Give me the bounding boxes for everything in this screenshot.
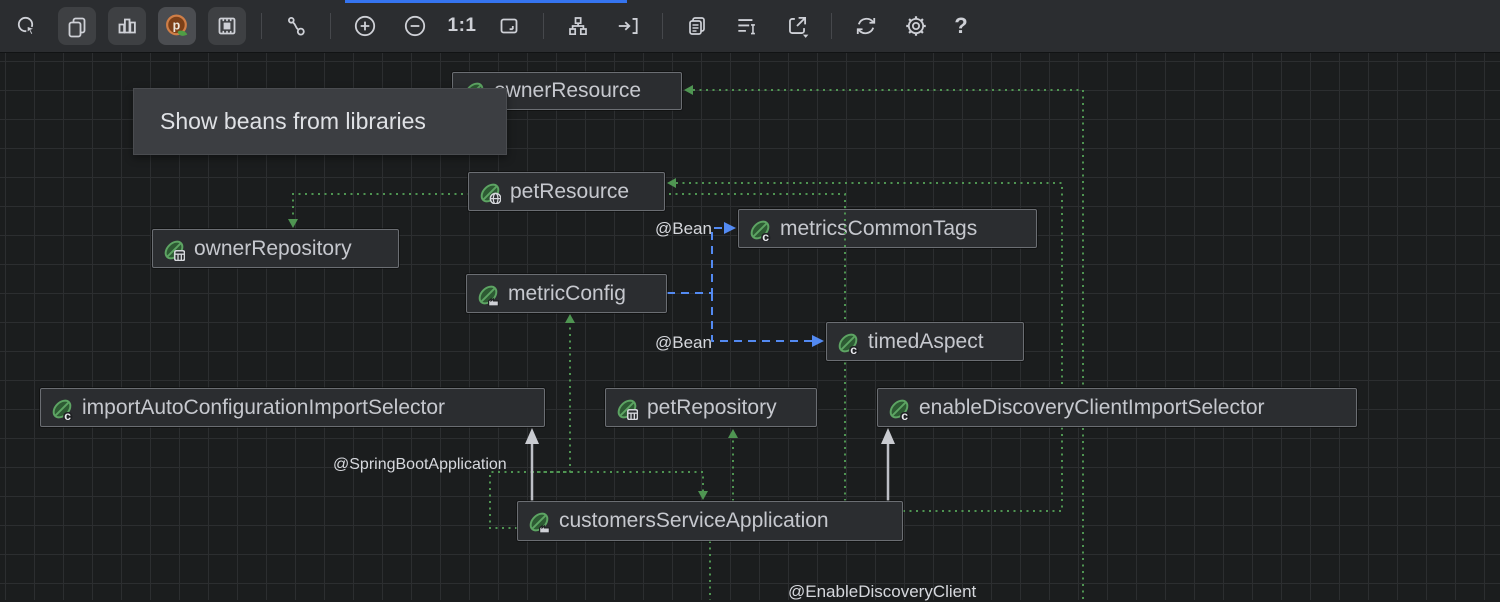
fit-content-button[interactable] (490, 7, 528, 45)
spring-bean-icon: c (837, 332, 859, 354)
show-framework-stereotypes-toggle[interactable] (208, 7, 246, 45)
apply-layout-button[interactable] (609, 7, 647, 45)
bean-node-label: enableDiscoveryClientImportSelector (919, 396, 1265, 420)
spring-bean-icon (163, 239, 185, 261)
text-options-icon (734, 13, 760, 39)
toolbar-separator (831, 13, 832, 39)
zoom-in-icon (352, 13, 378, 39)
annotation-label-bean-1: @Bean (655, 219, 712, 239)
copy-diagram-icon (685, 14, 709, 38)
refresh-icon (853, 13, 879, 39)
bean-node-metricConfig[interactable]: metricConfig (466, 274, 667, 313)
edge-mode-button[interactable] (277, 7, 315, 45)
bean-node-importAutoConfigurationImportSelector[interactable]: c importAutoConfigurationImportSelector (40, 388, 545, 427)
toolbar-separator (662, 13, 663, 39)
settings-button[interactable] (897, 7, 935, 45)
spring-bean-icon (616, 398, 638, 420)
pages-icon (65, 14, 89, 38)
apply-layout-icon (615, 13, 641, 39)
annotation-label-spring-boot-application: @SpringBootApplication (333, 456, 507, 474)
bean-node-label: customersServiceApplication (559, 509, 829, 533)
spring-bean-icon (477, 284, 499, 306)
layout-button[interactable] (559, 7, 597, 45)
zoom-out-icon (402, 13, 428, 39)
tooltip-text: Show beans from libraries (160, 108, 426, 135)
actual-size-button[interactable]: 1:1 (440, 15, 484, 37)
locate-pointer-icon (15, 14, 39, 38)
node-text-options-button[interactable] (728, 7, 766, 45)
show-columns-toggle[interactable] (108, 7, 146, 45)
toolbar-separator (543, 13, 544, 39)
toolbar-separator (261, 13, 262, 39)
fit-content-icon (497, 14, 521, 38)
gear-icon (903, 13, 929, 39)
hierarchy-layout-icon (566, 14, 590, 38)
spring-bean-icon (479, 182, 501, 204)
bean-node-label: petResource (510, 180, 629, 204)
svg-text:c: c (850, 343, 857, 354)
annotation-label-bean-2: @Bean (655, 333, 712, 353)
diagram-toolbar: p 1:1 (0, 0, 1500, 53)
svg-text:c: c (901, 409, 908, 420)
bean-node-ownerRepository[interactable]: ownerRepository (152, 229, 399, 268)
toolbar-separator (330, 13, 331, 39)
svg-text:p: p (173, 18, 181, 32)
bean-node-label: petRepository (647, 396, 777, 420)
bean-node-label: metricConfig (508, 282, 626, 306)
bean-node-timedAspect[interactable]: c timedAspect (826, 322, 1024, 361)
film-frame-icon (215, 14, 239, 38)
bean-node-label: metricsCommonTags (780, 217, 977, 241)
bean-node-label: importAutoConfigurationImportSelector (82, 396, 445, 420)
show-documents-toggle[interactable] (58, 7, 96, 45)
bean-node-enableDiscoveryClientImportSelector[interactable]: c enableDiscoveryClientImportSelector (877, 388, 1357, 427)
spring-boot-logo-icon: p (164, 13, 190, 39)
top-accent-strip (345, 0, 627, 3)
link-nodes-icon (284, 14, 308, 38)
spring-bean-icon (528, 511, 550, 533)
spring-bean-icon: c (749, 219, 771, 241)
bean-node-label: ownerResource (494, 79, 641, 103)
export-icon (784, 13, 810, 39)
show-beans-from-libraries-toggle[interactable]: p (158, 7, 196, 45)
bean-node-label: timedAspect (868, 330, 984, 354)
svg-text:c: c (64, 409, 71, 420)
copy-diagram-button[interactable] (678, 7, 716, 45)
bar-chart-icon (115, 14, 139, 38)
bean-node-label: ownerRepository (194, 237, 352, 261)
svg-text:c: c (762, 230, 769, 241)
zoom-out-button[interactable] (396, 7, 434, 45)
help-button[interactable]: ? (941, 13, 981, 39)
spring-bean-icon: c (51, 398, 73, 420)
refresh-button[interactable] (847, 7, 885, 45)
bean-node-customersServiceApplication[interactable]: customersServiceApplication (517, 501, 903, 541)
bean-node-petRepository[interactable]: petRepository (605, 388, 817, 427)
spring-bean-icon: c (888, 398, 910, 420)
locate-pointer-button[interactable] (8, 7, 46, 45)
bean-node-petResource[interactable]: petResource (468, 172, 665, 211)
annotation-label-enable-discovery-client: @EnableDiscoveryClient (788, 582, 976, 602)
zoom-in-button[interactable] (346, 7, 384, 45)
export-diagram-button[interactable] (778, 7, 816, 45)
bean-node-metricsCommonTags[interactable]: c metricsCommonTags (738, 209, 1037, 248)
tooltip: Show beans from libraries (133, 88, 507, 155)
